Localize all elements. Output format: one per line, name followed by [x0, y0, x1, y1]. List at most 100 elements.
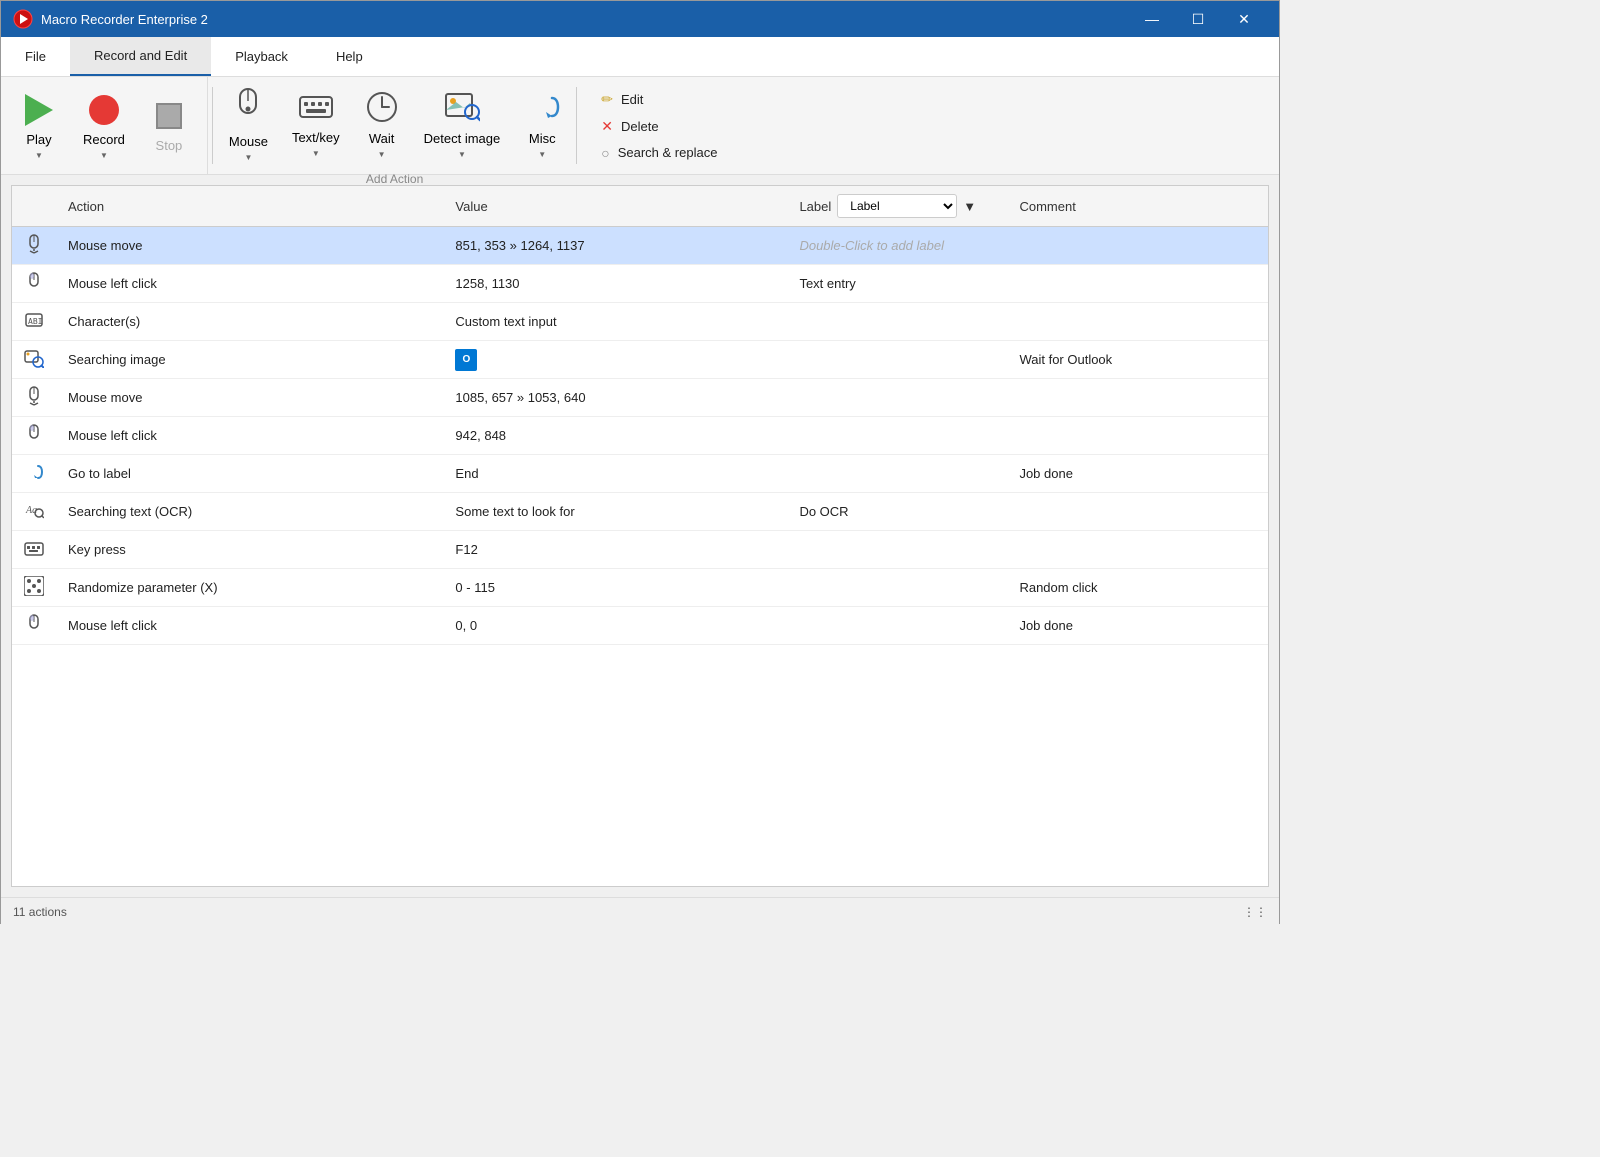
- row-label[interactable]: [787, 341, 1007, 379]
- row-action: Searching image: [56, 341, 443, 379]
- row-icon-cell: [12, 265, 56, 303]
- row-icon-cell: [12, 569, 56, 607]
- row-label[interactable]: Text entry: [787, 265, 1007, 303]
- row-icon-cell: [12, 455, 56, 493]
- textkey-icon: [298, 91, 334, 126]
- play-icon: [21, 92, 57, 128]
- row-label[interactable]: Double-Click to add label: [787, 227, 1007, 265]
- menu-file[interactable]: File: [1, 37, 70, 76]
- wait-label: Wait: [369, 131, 395, 146]
- stop-button[interactable]: Stop: [139, 92, 199, 159]
- row-action: Key press: [56, 531, 443, 569]
- col-icon: [12, 186, 56, 227]
- row-icon-cell: ABI: [12, 303, 56, 341]
- row-value: End: [443, 455, 787, 493]
- detect-image-button[interactable]: Detect image ▼: [412, 84, 513, 165]
- play-button[interactable]: Play ▼: [9, 86, 69, 166]
- table-row[interactable]: Key pressF12: [12, 531, 1268, 569]
- record-label: Record: [83, 132, 125, 147]
- col-value: Value: [443, 186, 787, 227]
- row-label[interactable]: [787, 531, 1007, 569]
- row-icon-cell: [12, 531, 56, 569]
- row-value: Custom text input: [443, 303, 787, 341]
- search-replace-button[interactable]: ○ Search & replace: [597, 143, 745, 163]
- table-row[interactable]: Randomize parameter (X)0 - 115Random cli…: [12, 569, 1268, 607]
- col-comment: Comment: [1007, 186, 1268, 227]
- close-button[interactable]: ✕: [1221, 1, 1267, 37]
- statusbar: 11 actions ⋮⋮: [1, 897, 1279, 925]
- titlebar: Macro Recorder Enterprise 2 — ☐ ✕: [1, 1, 1279, 37]
- edit-button[interactable]: ✏ Edit: [597, 89, 745, 110]
- record-arrow: ▼: [100, 151, 108, 160]
- toolbar-divider-2: [576, 87, 577, 165]
- row-icon-cell: [12, 379, 56, 417]
- row-action: Mouse move: [56, 227, 443, 265]
- minimize-button[interactable]: —: [1129, 1, 1175, 37]
- mouse-icon: [232, 87, 264, 130]
- table-row[interactable]: Searching image O Wait for Outlook: [12, 341, 1268, 379]
- row-label[interactable]: [787, 379, 1007, 417]
- add-action-group: Mouse ▼ Text/key ▼: [217, 77, 572, 174]
- play-arrow: ▼: [35, 151, 43, 160]
- row-value: O: [443, 341, 787, 379]
- row-icon-cell: [12, 607, 56, 645]
- textkey-button[interactable]: Text/key ▼: [280, 85, 352, 164]
- row-value: F12: [443, 531, 787, 569]
- misc-button[interactable]: Misc ▼: [512, 84, 572, 165]
- row-action: Mouse left click: [56, 265, 443, 303]
- toolbar: Play ▼ Record ▼ Stop: [1, 77, 1279, 175]
- row-value: 851, 353 » 1264, 1137: [443, 227, 787, 265]
- row-value: Some text to look for: [443, 493, 787, 531]
- row-comment: Job done: [1007, 455, 1268, 493]
- menu-playback[interactable]: Playback: [211, 37, 312, 76]
- label-filter-select[interactable]: Label Do OCR Text entry End: [837, 194, 957, 218]
- row-label[interactable]: Do OCR: [787, 493, 1007, 531]
- row-label[interactable]: [787, 303, 1007, 341]
- row-value: 942, 848: [443, 417, 787, 455]
- table-row[interactable]: Mouse left click942, 848: [12, 417, 1268, 455]
- table-row[interactable]: AaSearching text (OCR)Some text to look …: [12, 493, 1268, 531]
- menu-record-edit[interactable]: Record and Edit: [70, 37, 211, 76]
- edit-icon: ✏: [601, 91, 613, 108]
- actions-count: 11 actions: [13, 905, 67, 919]
- record-button[interactable]: Record ▼: [71, 86, 137, 166]
- maximize-button[interactable]: ☐: [1175, 1, 1221, 37]
- row-action: Mouse move: [56, 379, 443, 417]
- table-row[interactable]: ABICharacter(s)Custom text input: [12, 303, 1268, 341]
- row-label[interactable]: [787, 607, 1007, 645]
- add-action-buttons: Mouse ▼ Text/key ▼: [217, 77, 572, 172]
- row-label[interactable]: [787, 417, 1007, 455]
- toolbar-divider-1: [212, 87, 213, 165]
- textkey-label: Text/key: [292, 130, 340, 145]
- search-replace-icon: ○: [601, 145, 609, 161]
- menu-help[interactable]: Help: [312, 37, 387, 76]
- table-row[interactable]: Go to labelEnd Job done: [12, 455, 1268, 493]
- table-row[interactable]: Mouse left click0, 0Job done: [12, 607, 1268, 645]
- mouse-button[interactable]: Mouse ▼: [217, 81, 280, 168]
- row-comment: [1007, 493, 1268, 531]
- table-row[interactable]: Mouse left click1258, 1130Text entry: [12, 265, 1268, 303]
- row-label[interactable]: [787, 455, 1007, 493]
- wait-icon: [365, 90, 399, 127]
- table-row[interactable]: Mouse move1085, 657 » 1053, 640: [12, 379, 1268, 417]
- row-comment: [1007, 227, 1268, 265]
- row-comment: Wait for Outlook: [1007, 341, 1268, 379]
- row-comment: [1007, 531, 1268, 569]
- app-icon: [13, 9, 33, 29]
- svg-text:ABI: ABI: [28, 317, 43, 326]
- row-value: 1258, 1130: [443, 265, 787, 303]
- resize-grip[interactable]: ⋮⋮: [1243, 905, 1267, 919]
- action-table: Action Value Label Label Do OCR Text ent…: [12, 186, 1268, 645]
- row-label[interactable]: [787, 569, 1007, 607]
- row-action: Searching text (OCR): [56, 493, 443, 531]
- outlook-thumbnail: O: [455, 349, 477, 371]
- delete-icon: ✕: [601, 118, 613, 135]
- table-row[interactable]: Mouse move851, 353 » 1264, 1137Double-Cl…: [12, 227, 1268, 265]
- action-table-container[interactable]: Action Value Label Label Do OCR Text ent…: [11, 185, 1269, 887]
- row-comment: [1007, 265, 1268, 303]
- delete-button[interactable]: ✕ Delete: [597, 116, 745, 137]
- row-action: Go to label: [56, 455, 443, 493]
- col-label: Label Label Do OCR Text entry End ▼: [787, 186, 1007, 227]
- row-comment: Job done: [1007, 607, 1268, 645]
- wait-button[interactable]: Wait ▼: [352, 84, 412, 165]
